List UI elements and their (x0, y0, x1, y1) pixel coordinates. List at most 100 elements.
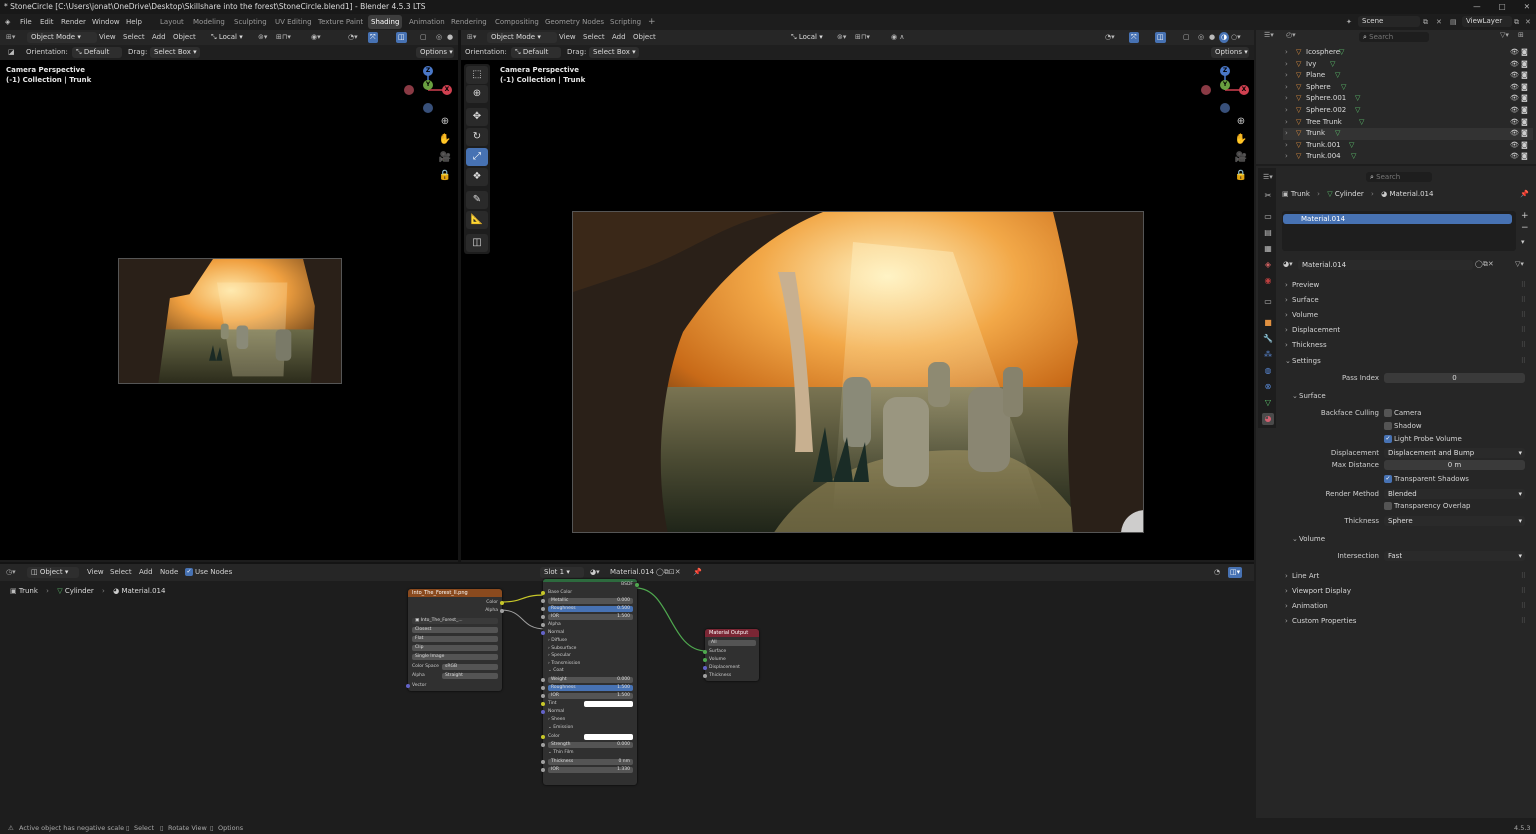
annotate-tool[interactable]: ✎ (466, 191, 488, 209)
intersection-dropdown[interactable]: Fast ▾ (1384, 551, 1525, 561)
expand-chevron-icon[interactable]: › (1285, 70, 1288, 82)
gizmo-neg-x-2[interactable] (1201, 85, 1211, 95)
modifier-tab-icon[interactable]: 🔧 (1262, 333, 1274, 345)
camera-render-icon[interactable]: ◙ (1521, 128, 1528, 140)
camera-view-icon[interactable]: 🎥 (438, 152, 452, 163)
eye-icon[interactable]: 👁 (1510, 140, 1519, 152)
bsdf-subpanel[interactable]: › Subsurface (548, 646, 576, 651)
panel-displacement[interactable]: › Displacement ⠿ (1283, 323, 1528, 337)
bsdf-subpanel[interactable]: › Sheen (548, 717, 565, 722)
drag-handle-icon[interactable]: ⠿ (1521, 614, 1526, 628)
tab-animation[interactable]: Animation (406, 15, 448, 29)
bsdf-value-field[interactable]: Roughness 0.500 (548, 606, 633, 612)
tab-uv-editing[interactable]: UV Editing (272, 15, 315, 29)
tab-shading[interactable]: Shading (368, 15, 403, 29)
bsdf-input-socket[interactable] (541, 615, 545, 619)
lock-icon[interactable]: 🔒 (438, 170, 452, 181)
render-tab-icon[interactable]: ▭ (1262, 211, 1274, 223)
camera-view-icon-2[interactable]: 🎥 (1234, 152, 1248, 163)
node-editor-type-icon[interactable]: ◷▾ (6, 564, 16, 581)
menu-render[interactable]: Render (61, 14, 86, 30)
navigation-gizmo-2[interactable]: Z Y X (1201, 65, 1251, 115)
eye-icon[interactable]: 👁 (1510, 105, 1519, 117)
bsdf-output-socket[interactable] (635, 583, 639, 587)
bsdf-value-field[interactable]: Thickness 0 nm (548, 758, 633, 765)
bsdf-input-socket[interactable] (541, 767, 545, 772)
zoom-icon-2[interactable]: ⊕ (1234, 116, 1248, 127)
gizmo-toggle-icon[interactable]: ⤧ (368, 32, 378, 43)
bsdf-subpanel-open[interactable]: ⌄ Emission (548, 725, 573, 730)
light-probe-checkbox[interactable]: ✓ (1384, 435, 1392, 443)
gizmo-toggle-icon-2[interactable]: ⤧ (1129, 32, 1139, 43)
drag-dropdown-2[interactable]: Select Box ▾ (589, 47, 639, 58)
menu-add-2[interactable]: Add (612, 30, 626, 45)
bsdf-subpanel[interactable]: › Transmission (548, 661, 580, 666)
gizmo-x[interactable]: X (442, 85, 452, 95)
drag-handle-icon[interactable]: ⠿ (1521, 278, 1526, 292)
node-canvas[interactable]: ▣ Trunk › ▽ Cylinder › ◕ Material.014 In… (0, 579, 1254, 816)
expand-chevron-icon[interactable]: › (1285, 93, 1288, 105)
cursor-tool[interactable]: ⊕ (466, 85, 488, 103)
scene-selector[interactable]: Scene (1358, 16, 1420, 27)
view-layer-tab-icon[interactable]: ▦ (1262, 243, 1274, 255)
node-menu-add[interactable]: Add (139, 564, 153, 581)
node-overlay-icon[interactable]: ◫▾ (1228, 567, 1243, 578)
tab-geometry-nodes[interactable]: Geometry Nodes (542, 15, 607, 29)
remove-slot-icon[interactable]: − (1521, 223, 1529, 233)
orientation-dropdown-2[interactable]: ⤡ Default (511, 47, 561, 58)
snap-node-icon[interactable]: ◔ (1214, 564, 1220, 581)
bsdf-input-socket[interactable] (541, 631, 545, 635)
editor-type-icon-2[interactable]: ⊞▾ (467, 30, 476, 45)
expand-chevron-icon[interactable]: › (1285, 59, 1288, 71)
bsdf-input-socket[interactable] (541, 742, 545, 747)
new-collection-icon[interactable]: ⊞ (1518, 31, 1524, 39)
area-divider-h[interactable] (0, 562, 1254, 564)
thickness-dropdown[interactable]: Sphere ▾ (1384, 516, 1525, 526)
transform-tool[interactable]: ❖ (466, 168, 488, 186)
scene-tab-icon[interactable]: ◈ (1262, 259, 1274, 271)
node-menu-node[interactable]: Node (160, 564, 178, 581)
measure-tool[interactable]: 📐 (466, 211, 488, 229)
scale-tool[interactable]: ⤢ (466, 148, 488, 166)
panel-animation[interactable]: › Animation ⠿ (1283, 599, 1528, 613)
surface-subpanel[interactable]: ⌄ Surface (1290, 389, 1535, 403)
gizmo-y[interactable]: Y (423, 80, 433, 90)
add-workspace-icon[interactable]: + (645, 15, 659, 29)
bsdf-subpanel-open[interactable]: ⌄ Coat (548, 668, 564, 673)
use-nodes-checkbox[interactable]: ✓ (185, 568, 193, 576)
outliner-search[interactable]: ⌕ Search (1359, 32, 1429, 42)
source-dropdown[interactable]: Single Image (412, 654, 498, 660)
collection-tab-icon[interactable]: ▭ (1262, 296, 1274, 308)
camera-render-icon[interactable]: ◙ (1521, 117, 1528, 129)
material-slot-item[interactable]: Material.014 (1283, 214, 1512, 224)
transparency-overlap-checkbox[interactable] (1384, 502, 1392, 510)
drag-handle-icon[interactable]: ⠿ (1521, 293, 1526, 307)
camera-render-icon[interactable]: ◙ (1521, 105, 1528, 117)
drag-handle-icon[interactable]: ⠿ (1521, 308, 1526, 322)
menu-window[interactable]: Window (92, 14, 120, 30)
bsdf-input-socket[interactable] (541, 734, 545, 739)
pass-index-field[interactable]: 0 (1384, 373, 1525, 383)
bsdf-input-socket[interactable] (541, 686, 545, 690)
crumb-material[interactable]: Material.014 (1389, 190, 1433, 198)
visibility-icon[interactable]: ◔▾ (348, 30, 358, 45)
wireframe-shading-icon-2[interactable]: ◎ (1198, 30, 1204, 45)
constraints-tab-icon[interactable]: ⊗ (1262, 381, 1274, 393)
bsdf-subpanel-open[interactable]: ⌄ Thin Film (548, 750, 573, 755)
expand-chevron-icon[interactable]: › (1285, 128, 1288, 140)
area-divider[interactable] (458, 30, 461, 562)
material-browse-icon[interactable]: ◕▾ (1283, 260, 1293, 268)
volume-subpanel[interactable]: ⌄ Volume (1290, 532, 1535, 546)
bsdf-input-socket[interactable] (541, 694, 545, 698)
outliner-item[interactable]: › ▽ Plane ▽ 👁 ◙ (1283, 70, 1533, 82)
object-mode-dropdown-2[interactable]: Object Mode ▾ (487, 32, 557, 43)
overlay-toggle-icon[interactable]: ◫ (396, 32, 407, 43)
panel-thickness[interactable]: › Thickness ⠿ (1283, 338, 1528, 352)
view-layer-selector[interactable]: ViewLayer (1462, 16, 1512, 27)
outliner-item[interactable]: › ▽ Sphere.001 ▽ 👁 ◙ (1283, 93, 1533, 105)
expand-chevron-icon[interactable]: › (1285, 82, 1288, 94)
volume-socket[interactable] (703, 658, 707, 662)
node-menu-view[interactable]: View (87, 564, 104, 581)
crumb-object[interactable]: Trunk (1291, 190, 1310, 198)
snap-icon[interactable]: ⊞⊓▾ (276, 30, 291, 45)
